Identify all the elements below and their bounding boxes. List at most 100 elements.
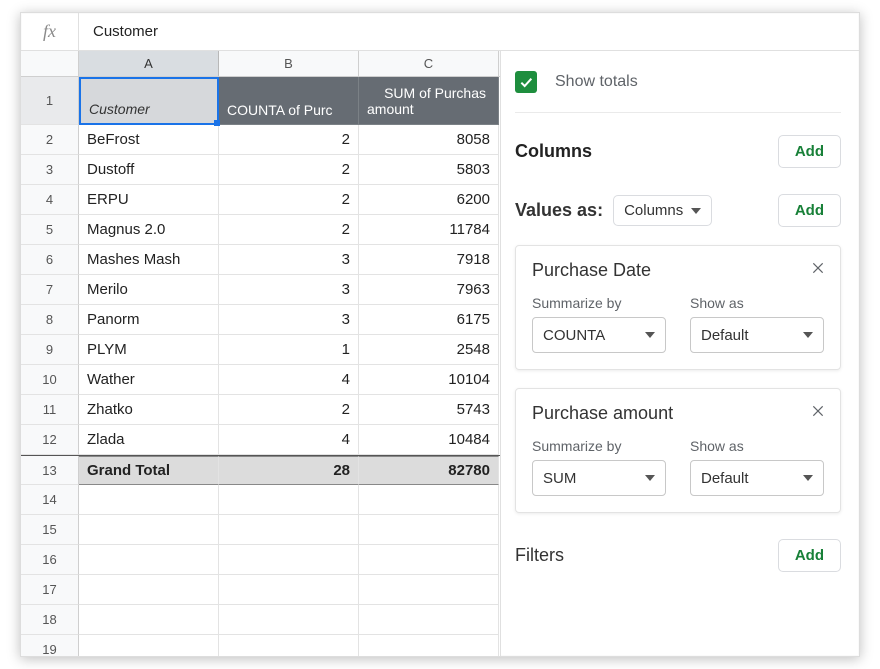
cell-sum[interactable]: 5743 xyxy=(359,395,499,425)
row-header[interactable]: 5 xyxy=(21,215,79,245)
close-icon xyxy=(811,261,825,275)
remove-value-button[interactable] xyxy=(806,256,830,280)
empty-cell[interactable] xyxy=(359,485,499,515)
summarize-by-dropdown[interactable]: COUNTA xyxy=(532,317,666,353)
row-header[interactable]: 9 xyxy=(21,335,79,365)
row-header[interactable]: 18 xyxy=(21,605,79,635)
cell-count[interactable]: 3 xyxy=(219,245,359,275)
summarize-by-label: Summarize by xyxy=(532,295,666,311)
empty-cell[interactable] xyxy=(359,635,499,656)
empty-cell[interactable] xyxy=(359,545,499,575)
row-header[interactable]: 6 xyxy=(21,245,79,275)
columns-add-button[interactable]: Add xyxy=(778,135,841,168)
cell-sum[interactable]: 10104 xyxy=(359,365,499,395)
cell-count[interactable]: 2 xyxy=(219,395,359,425)
cell-sum[interactable]: 6200 xyxy=(359,185,499,215)
cell-customer[interactable]: Panorm xyxy=(79,305,219,335)
col-header-a[interactable]: A xyxy=(79,51,219,76)
cell-customer[interactable]: BeFrost xyxy=(79,125,219,155)
row-header[interactable]: 2 xyxy=(21,125,79,155)
empty-cell[interactable] xyxy=(79,485,219,515)
cell-customer[interactable]: Magnus 2.0 xyxy=(79,215,219,245)
cell-customer[interactable]: Zlada xyxy=(79,425,219,455)
row-header[interactable]: 17 xyxy=(21,575,79,605)
empty-cell[interactable] xyxy=(359,515,499,545)
cell-count[interactable]: 2 xyxy=(219,185,359,215)
fx-icon: fx xyxy=(21,13,79,50)
grand-total-sum[interactable]: 82780 xyxy=(359,456,499,485)
cell-sum[interactable]: 5803 xyxy=(359,155,499,185)
empty-cell[interactable] xyxy=(219,485,359,515)
cell-sum[interactable]: 8058 xyxy=(359,125,499,155)
empty-cell[interactable] xyxy=(79,605,219,635)
row-header[interactable]: 10 xyxy=(21,365,79,395)
row-header[interactable]: 8 xyxy=(21,305,79,335)
grand-total-label[interactable]: Grand Total xyxy=(79,456,219,485)
cell-count[interactable]: 2 xyxy=(219,215,359,245)
cell-b1[interactable]: COUNTA of Purc xyxy=(219,77,359,125)
chevron-down-icon xyxy=(645,332,655,338)
summarize-by-dropdown[interactable]: SUM xyxy=(532,460,666,496)
empty-cell[interactable] xyxy=(79,575,219,605)
cell-count[interactable]: 4 xyxy=(219,425,359,455)
cell-count[interactable]: 2 xyxy=(219,155,359,185)
formula-bar: fx Customer xyxy=(21,13,859,51)
row-header[interactable]: 14 xyxy=(21,485,79,515)
cell-customer[interactable]: PLYM xyxy=(79,335,219,365)
col-header-c[interactable]: C xyxy=(359,51,499,76)
cell-sum[interactable]: 2548 xyxy=(359,335,499,365)
row-header[interactable]: 11 xyxy=(21,395,79,425)
row-header[interactable]: 1 xyxy=(21,77,79,125)
cell-count[interactable]: 4 xyxy=(219,365,359,395)
cell-customer[interactable]: Zhatko xyxy=(79,395,219,425)
row-header[interactable]: 13 xyxy=(21,456,79,485)
row-header[interactable]: 16 xyxy=(21,545,79,575)
row-header[interactable]: 19 xyxy=(21,635,79,656)
values-add-button[interactable]: Add xyxy=(778,194,841,227)
empty-cell[interactable] xyxy=(79,545,219,575)
values-as-dropdown[interactable]: Columns xyxy=(613,195,712,226)
remove-value-button[interactable] xyxy=(806,399,830,423)
cell-customer[interactable]: Wather xyxy=(79,365,219,395)
row-header[interactable]: 4 xyxy=(21,185,79,215)
empty-cell[interactable] xyxy=(359,575,499,605)
empty-cell[interactable] xyxy=(219,515,359,545)
values-as-value: Columns xyxy=(624,202,683,219)
show-as-dropdown[interactable]: Default xyxy=(690,317,824,353)
empty-cell[interactable] xyxy=(79,515,219,545)
cell-count[interactable]: 1 xyxy=(219,335,359,365)
filters-add-button[interactable]: Add xyxy=(778,539,841,572)
cell-customer[interactable]: Mashes Mash xyxy=(79,245,219,275)
select-all-corner[interactable] xyxy=(21,51,79,76)
row-header[interactable]: 3 xyxy=(21,155,79,185)
cell-customer[interactable]: Dustoff xyxy=(79,155,219,185)
empty-cell[interactable] xyxy=(219,635,359,656)
cell-sum[interactable]: 7963 xyxy=(359,275,499,305)
empty-cell[interactable] xyxy=(219,575,359,605)
cell-customer[interactable]: Merilo xyxy=(79,275,219,305)
cell-count[interactable]: 3 xyxy=(219,305,359,335)
empty-cell[interactable] xyxy=(359,605,499,635)
cell-sum[interactable]: 7918 xyxy=(359,245,499,275)
formula-input[interactable]: Customer xyxy=(79,13,859,50)
chevron-down-icon xyxy=(645,475,655,481)
empty-cell[interactable] xyxy=(219,605,359,635)
grand-total-count[interactable]: 28 xyxy=(219,456,359,485)
cell-count[interactable]: 2 xyxy=(219,125,359,155)
empty-cell[interactable] xyxy=(79,635,219,656)
cell-sum[interactable]: 11784 xyxy=(359,215,499,245)
show-totals-checkbox[interactable] xyxy=(515,71,537,93)
cell-a1[interactable]: Customer xyxy=(79,77,219,125)
row-header[interactable]: 15 xyxy=(21,515,79,545)
col-header-b[interactable]: B xyxy=(219,51,359,76)
cell-sum[interactable]: 6175 xyxy=(359,305,499,335)
row-header[interactable]: 12 xyxy=(21,425,79,455)
cell-sum[interactable]: 10484 xyxy=(359,425,499,455)
show-totals-label: Show totals xyxy=(555,73,638,91)
cell-count[interactable]: 3 xyxy=(219,275,359,305)
show-as-dropdown[interactable]: Default xyxy=(690,460,824,496)
row-header[interactable]: 7 xyxy=(21,275,79,305)
cell-c1[interactable]: SUM of Purchasamount xyxy=(359,77,499,125)
empty-cell[interactable] xyxy=(219,545,359,575)
cell-customer[interactable]: ERPU xyxy=(79,185,219,215)
